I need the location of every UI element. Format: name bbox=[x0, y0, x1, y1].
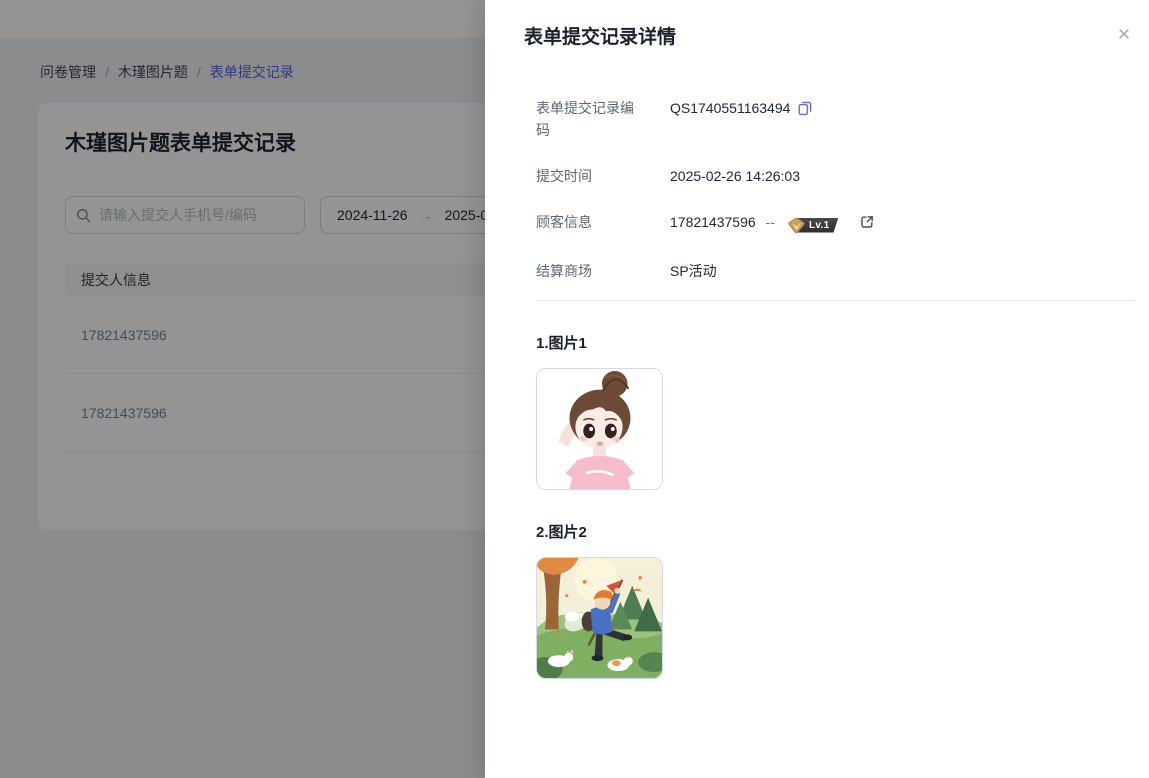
member-level-badge: Lv.1 bbox=[787, 214, 838, 236]
girl-illustration bbox=[537, 369, 662, 489]
settlement-mall-value: SP活动 bbox=[670, 260, 717, 282]
field-label: 顾客信息 bbox=[536, 211, 640, 236]
customer-name-placeholder: -- bbox=[766, 211, 775, 233]
field-settlement-mall: 结算商场 SP活动 bbox=[536, 260, 1135, 282]
record-code-value: QS1740551163494 bbox=[670, 97, 790, 119]
external-link-icon[interactable] bbox=[860, 211, 874, 233]
gem-icon bbox=[787, 217, 806, 234]
field-label: 结算商场 bbox=[536, 260, 640, 282]
answer-image-1[interactable] bbox=[536, 368, 663, 490]
drawer-body: 表单提交记录编码 QS1740551163494 提交时间 2025-02-26… bbox=[536, 97, 1135, 679]
divider bbox=[536, 300, 1135, 301]
field-customer-info: 顾客信息 17821437596 -- Lv.1 bbox=[536, 211, 1135, 236]
field-label: 提交时间 bbox=[536, 165, 640, 187]
submit-time-value: 2025-02-26 14:26:03 bbox=[670, 165, 800, 187]
forest-boy-illustration bbox=[537, 558, 662, 678]
question-2-heading: 2.图片2 bbox=[536, 522, 1135, 544]
answer-image-2[interactable] bbox=[536, 557, 663, 679]
customer-phone-value: 17821437596 bbox=[670, 211, 756, 233]
field-submit-time: 提交时间 2025-02-26 14:26:03 bbox=[536, 165, 1135, 187]
question-1-heading: 1.图片1 bbox=[536, 333, 1135, 355]
copy-icon[interactable] bbox=[798, 97, 812, 119]
field-record-code: 表单提交记录编码 QS1740551163494 bbox=[536, 97, 1135, 141]
submission-detail-drawer: 表单提交记录详情 ✕ 表单提交记录编码 QS1740551163494 提交时间… bbox=[485, 0, 1149, 778]
field-label: 表单提交记录编码 bbox=[536, 97, 640, 141]
close-icon[interactable]: ✕ bbox=[1112, 23, 1136, 47]
drawer-title: 表单提交记录详情 bbox=[524, 25, 676, 51]
